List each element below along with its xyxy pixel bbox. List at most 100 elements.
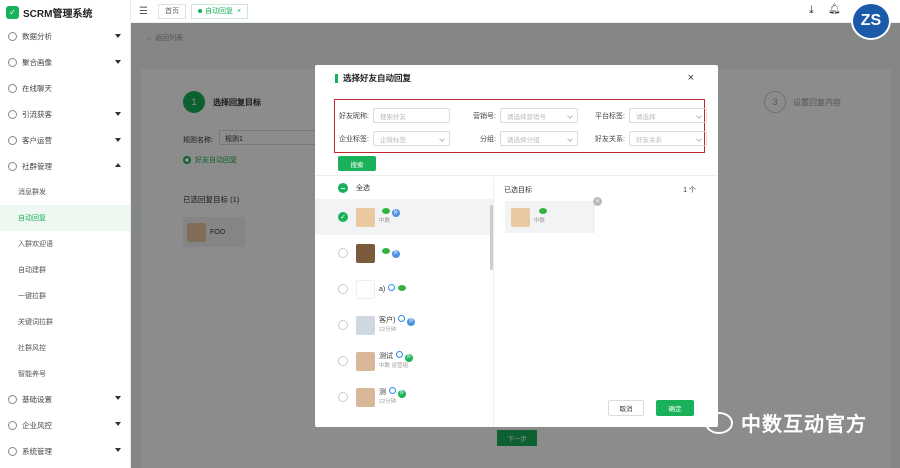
list-item[interactable]: 客户) 外 22分钟 [315, 307, 493, 343]
app-title: SCRM管理系统 [23, 8, 93, 20]
select-all-row[interactable]: 全选 [315, 177, 493, 199]
sidebar-item[interactable]: 基础设置 [0, 386, 130, 412]
sidebar-item[interactable]: 数据分析 [0, 24, 130, 50]
sidebar-item-label: 客户运营 [22, 136, 52, 145]
sidebar-item[interactable]: 聚合画像 [0, 50, 130, 76]
select-placeholder: 请选择营销号 [507, 113, 546, 121]
select-all-checkbox[interactable] [338, 183, 348, 193]
settings-icon [8, 394, 17, 404]
active-dot-icon [197, 9, 202, 13]
tab-home[interactable]: 首页 [157, 3, 186, 19]
chevron-down-icon [696, 113, 702, 119]
sidebar-item[interactable]: 消息群发 [0, 179, 130, 205]
avatar [356, 315, 375, 335]
chevron-up-icon [115, 163, 121, 168]
member-badge-icon: 外 [392, 209, 400, 218]
wecom-icon [389, 387, 396, 395]
wecom-icon [396, 351, 403, 359]
sidebar-item[interactable]: 系统管理 [0, 438, 130, 464]
search-button[interactable]: 搜索 [338, 156, 376, 171]
sidebar-item-label: 社群管理 [22, 161, 52, 171]
modal-title: 选择好友自动回复 [343, 73, 412, 83]
collapse-menu-icon[interactable]: ☰ [139, 6, 148, 17]
sidebar-item[interactable]: 关键词拉群 [0, 309, 130, 335]
title-accent-bar [335, 73, 338, 83]
sidebar-item[interactable]: 社群风控 [0, 335, 130, 361]
sidebar-item[interactable]: 智能养号 [0, 361, 130, 387]
top-bar: ☰ 首页 自动回复 × ⤓ 🔔︎ [131, 0, 900, 23]
filter-label: 好友关系: [595, 135, 625, 143]
chevron-down-icon [115, 137, 121, 142]
chat-icon [8, 84, 17, 94]
confirm-button[interactable]: 确定 [656, 400, 694, 416]
remove-icon[interactable]: × [593, 197, 602, 206]
tab-auto-reply[interactable]: 自动回复 × [190, 3, 249, 19]
filter-label: 企业标签: [339, 135, 369, 143]
filter-nickname: 好友昵称: 搜索好友 [335, 108, 450, 123]
close-icon[interactable]: × [688, 72, 694, 84]
row-name: 客户) 外 [379, 315, 416, 326]
sidebar-item-label: 自动建群 [18, 266, 46, 274]
row-checkbox[interactable] [338, 248, 348, 258]
filter-label: 平台标签: [595, 112, 625, 120]
download-icon[interactable]: ⤓ [809, 4, 814, 17]
chevron-down-icon [115, 448, 121, 453]
row-checkbox[interactable] [338, 284, 348, 294]
sidebar-item-label: 系统管理 [22, 446, 52, 456]
row-text: 客户) 外 22分钟 [379, 315, 416, 335]
row-text: 外 [379, 248, 400, 258]
chevron-down-icon [115, 111, 121, 116]
sidebar-item[interactable]: 在线聊天 [0, 76, 130, 102]
account-select[interactable]: 请选择营销号 [500, 108, 578, 123]
row-checkbox[interactable] [338, 356, 348, 366]
select-placeholder: 好友关系 [636, 136, 662, 144]
sidebar-item[interactable]: 自动回复 [0, 205, 130, 232]
app-logo: ✓ SCRM管理系统 [0, 0, 130, 24]
avatar [356, 207, 375, 227]
tab-close-icon[interactable]: × [237, 8, 241, 15]
list-item[interactable]: 外 [315, 235, 493, 271]
list-item[interactable]: 测试 外中数 运营组 [315, 343, 493, 379]
select-placeholder: 请选择 [636, 113, 656, 121]
row-checkbox[interactable] [338, 320, 348, 330]
selected-item-text: 中数 [534, 208, 547, 226]
selected-panel: 已选目标 1 个 中数 × [502, 177, 708, 427]
sidebar-item[interactable]: 自动建群 [0, 257, 130, 283]
sidebar-item[interactable]: 入群欢迎语 [0, 231, 130, 257]
row-checkbox[interactable]: ✓ [338, 212, 348, 222]
group-select[interactable]: 请选择分组 [500, 131, 578, 146]
list-item[interactable]: 测外 22分钟 [315, 379, 493, 415]
row-name: 外 [379, 248, 400, 258]
selected-count: 1 个 [683, 187, 696, 194]
nickname-search-input[interactable]: 搜索好友 [373, 108, 450, 123]
cancel-button[interactable]: 取消 [608, 400, 644, 416]
sidebar-item[interactable]: 一键拉群 [0, 283, 130, 309]
filter-label: 营销号: [473, 112, 496, 120]
filter-label: 好友昵称: [339, 112, 369, 120]
filter-platform: 平台标签: 请选择 [591, 108, 707, 123]
member-badge-icon: 外 [405, 353, 413, 362]
sidebar-item[interactable]: 引流获客 [0, 102, 130, 128]
member-badge-icon: 外 [398, 389, 406, 398]
sidebar-item-label: 自动回复 [18, 215, 46, 223]
row-text: 外中数 [379, 207, 400, 227]
member-badge-icon: 外 [407, 317, 416, 326]
avatar [511, 207, 530, 227]
chevron-down-icon [567, 136, 573, 142]
sidebar-item[interactable]: 社群管理 [0, 153, 130, 179]
row-sub: 中数 运营组 [379, 362, 409, 369]
list-item[interactable]: a) [315, 271, 493, 307]
sidebar-item[interactable]: 企业风控 [0, 412, 130, 438]
wecom-icon [398, 315, 406, 323]
sidebar-item[interactable]: 客户运营 [0, 128, 130, 154]
corp-tag-select[interactable]: 企微标签 [373, 131, 450, 146]
sidebar-menu: 数据分析 聚合画像 在线聊天 引流获客客户运营社群管理消息群发自动回复入群欢迎语自动建… [0, 24, 130, 464]
row-name: a) [379, 284, 407, 294]
platform-tag-select[interactable]: 请选择 [629, 108, 707, 123]
relation-select[interactable]: 好友关系 [629, 131, 707, 146]
select-placeholder: 企微标签 [380, 136, 406, 144]
row-checkbox[interactable] [338, 392, 348, 402]
list-item[interactable]: ✓ 外中数 [315, 199, 493, 235]
bell-icon[interactable]: 🔔︎ [828, 4, 841, 15]
portrait-icon [8, 58, 17, 68]
